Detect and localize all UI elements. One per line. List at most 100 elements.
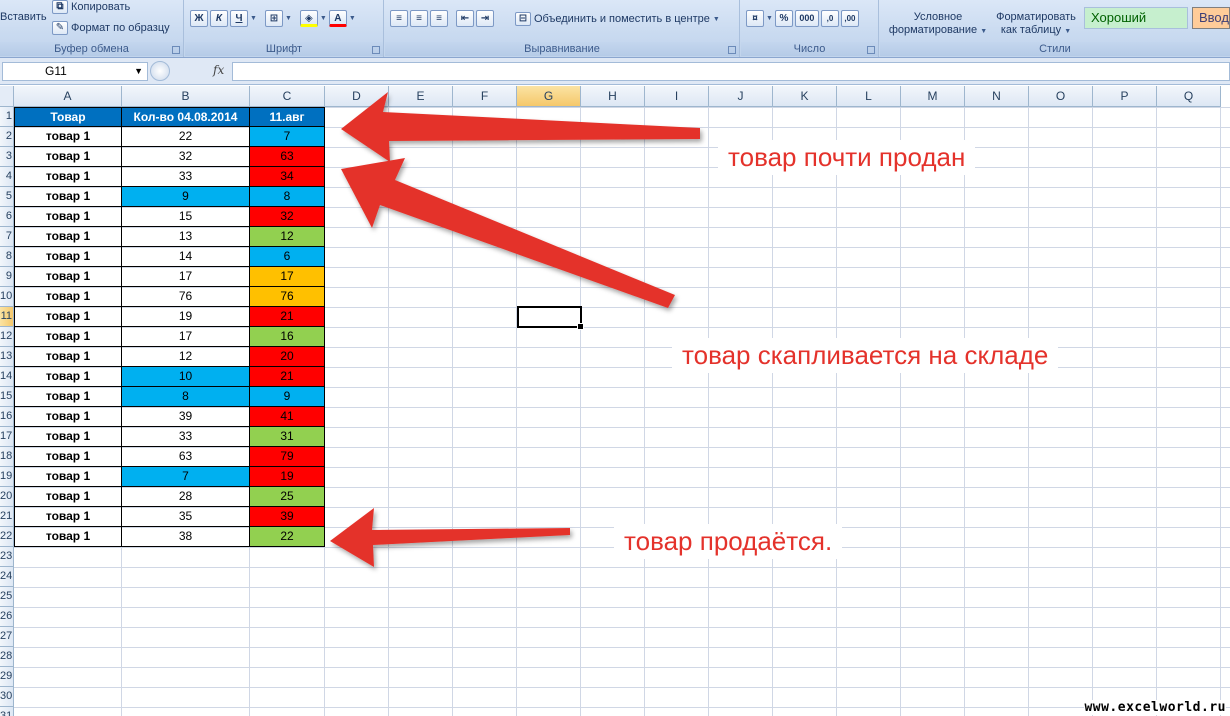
aug11-cell[interactable]: 34 <box>250 167 325 187</box>
thousands-button[interactable]: 000 <box>794 10 819 27</box>
product-cell[interactable]: товар 1 <box>14 527 122 547</box>
row-header-23[interactable]: 23 <box>0 547 14 567</box>
aug11-cell[interactable]: 76 <box>250 287 325 307</box>
insert-function-icon[interactable]: fx <box>213 63 224 77</box>
row-header-10[interactable]: 10 <box>0 287 14 307</box>
column-header-i[interactable]: I <box>645 86 709 107</box>
style-good[interactable]: Хороший <box>1084 7 1188 29</box>
name-box[interactable]: G11 ▼ <box>2 62 148 81</box>
column-header-e[interactable]: E <box>389 86 453 107</box>
borders-icon[interactable]: ⊞ <box>264 10 283 27</box>
column-header-c[interactable]: C <box>250 86 325 107</box>
product-cell[interactable]: товар 1 <box>14 427 122 447</box>
row-header-12[interactable]: 12 <box>0 327 14 347</box>
row-header-5[interactable]: 5 <box>0 187 14 207</box>
row-header-31[interactable]: 31 <box>0 707 14 716</box>
copy-button[interactable]: ⧉ Копировать <box>52 0 130 14</box>
align-right-icon[interactable]: ≡ <box>430 10 448 27</box>
qty-cell[interactable]: 8 <box>122 387 250 407</box>
increase-indent-icon[interactable]: ⇥ <box>476 10 494 27</box>
aug11-cell[interactable]: 41 <box>250 407 325 427</box>
borders-dropdown-icon[interactable]: ▼ <box>285 10 292 27</box>
row-header-13[interactable]: 13 <box>0 347 14 367</box>
currency-icon[interactable]: ¤ <box>746 10 764 27</box>
product-cell[interactable]: товар 1 <box>14 127 122 147</box>
aug11-cell[interactable]: 31 <box>250 427 325 447</box>
row-header-17[interactable]: 17 <box>0 427 14 447</box>
underline-button[interactable]: Ч <box>230 10 248 27</box>
aug11-cell[interactable]: 20 <box>250 347 325 367</box>
column-header-m[interactable]: M <box>901 86 965 107</box>
row-header-25[interactable]: 25 <box>0 587 14 607</box>
aug11-cell[interactable]: 19 <box>250 467 325 487</box>
qty-cell[interactable]: 28 <box>122 487 250 507</box>
product-cell[interactable]: товар 1 <box>14 147 122 167</box>
qty-cell[interactable]: 15 <box>122 207 250 227</box>
aug11-cell[interactable]: 7 <box>250 127 325 147</box>
column-header-a[interactable]: A <box>14 86 122 107</box>
align-center-icon[interactable]: ≡ <box>410 10 428 27</box>
clipboard-dialog-launcher[interactable] <box>172 46 180 54</box>
row-header-15[interactable]: 15 <box>0 387 14 407</box>
conditional-formatting-button[interactable]: Условное форматирование ▼ <box>886 11 990 38</box>
qty-cell[interactable]: 33 <box>122 167 250 187</box>
select-all-corner[interactable] <box>0 86 14 107</box>
product-cell[interactable]: товар 1 <box>14 367 122 387</box>
qty-cell[interactable]: 9 <box>122 187 250 207</box>
aug11-cell[interactable]: 6 <box>250 247 325 267</box>
aug11-cell[interactable]: 17 <box>250 267 325 287</box>
product-cell[interactable]: товар 1 <box>14 387 122 407</box>
row-header-21[interactable]: 21 <box>0 507 14 527</box>
column-header-n[interactable]: N <box>965 86 1029 107</box>
column-header-j[interactable]: J <box>709 86 773 107</box>
column-header-f[interactable]: F <box>453 86 517 107</box>
formula-input[interactable] <box>232 62 1230 81</box>
font-dialog-launcher[interactable] <box>372 46 380 54</box>
aug11-cell[interactable]: 79 <box>250 447 325 467</box>
qty-cell[interactable]: 32 <box>122 147 250 167</box>
qty-cell[interactable]: 35 <box>122 507 250 527</box>
product-cell[interactable]: товар 1 <box>14 247 122 267</box>
product-cell[interactable]: товар 1 <box>14 287 122 307</box>
qty-cell[interactable]: 39 <box>122 407 250 427</box>
product-cell[interactable]: товар 1 <box>14 347 122 367</box>
decrease-decimal-icon[interactable]: ,00 <box>840 10 859 27</box>
style-input[interactable]: Ввод <box>1192 7 1230 29</box>
percent-button[interactable]: % <box>774 10 793 27</box>
table-header-cell[interactable]: Кол-во 04.08.2014 <box>122 107 250 127</box>
qty-cell[interactable]: 76 <box>122 287 250 307</box>
table-header-cell[interactable]: Товар <box>14 107 122 127</box>
alignment-dialog-launcher[interactable] <box>728 46 736 54</box>
format-as-table-button[interactable]: Форматировать как таблицу ▼ <box>990 11 1082 38</box>
font-color-icon[interactable]: A <box>328 10 347 27</box>
product-cell[interactable]: товар 1 <box>14 327 122 347</box>
row-header-29[interactable]: 29 <box>0 667 14 687</box>
table-header-cell[interactable]: 11.авг <box>250 107 325 127</box>
qty-cell[interactable]: 10 <box>122 367 250 387</box>
italic-button[interactable]: К <box>210 10 228 27</box>
row-header-27[interactable]: 27 <box>0 627 14 647</box>
row-header-11[interactable]: 11 <box>0 307 14 327</box>
decrease-indent-icon[interactable]: ⇤ <box>456 10 474 27</box>
qty-cell[interactable]: 22 <box>122 127 250 147</box>
qty-cell[interactable]: 63 <box>122 447 250 467</box>
column-header-g[interactable]: G <box>517 86 581 107</box>
product-cell[interactable]: товар 1 <box>14 447 122 467</box>
row-header-9[interactable]: 9 <box>0 267 14 287</box>
product-cell[interactable]: товар 1 <box>14 187 122 207</box>
number-dialog-launcher[interactable] <box>867 46 875 54</box>
product-cell[interactable]: товар 1 <box>14 227 122 247</box>
row-header-7[interactable]: 7 <box>0 227 14 247</box>
row-header-24[interactable]: 24 <box>0 567 14 587</box>
row-header-2[interactable]: 2 <box>0 127 14 147</box>
active-cell-g11[interactable] <box>517 306 584 330</box>
qty-cell[interactable]: 14 <box>122 247 250 267</box>
qty-cell[interactable]: 33 <box>122 427 250 447</box>
increase-decimal-icon[interactable]: ,0 <box>820 10 839 27</box>
column-header-l[interactable]: L <box>837 86 901 107</box>
currency-dropdown-icon[interactable]: ▼ <box>766 10 773 27</box>
qty-cell[interactable]: 17 <box>122 267 250 287</box>
row-header-19[interactable]: 19 <box>0 467 14 487</box>
column-header-k[interactable]: K <box>773 86 837 107</box>
aug11-cell[interactable]: 21 <box>250 307 325 327</box>
